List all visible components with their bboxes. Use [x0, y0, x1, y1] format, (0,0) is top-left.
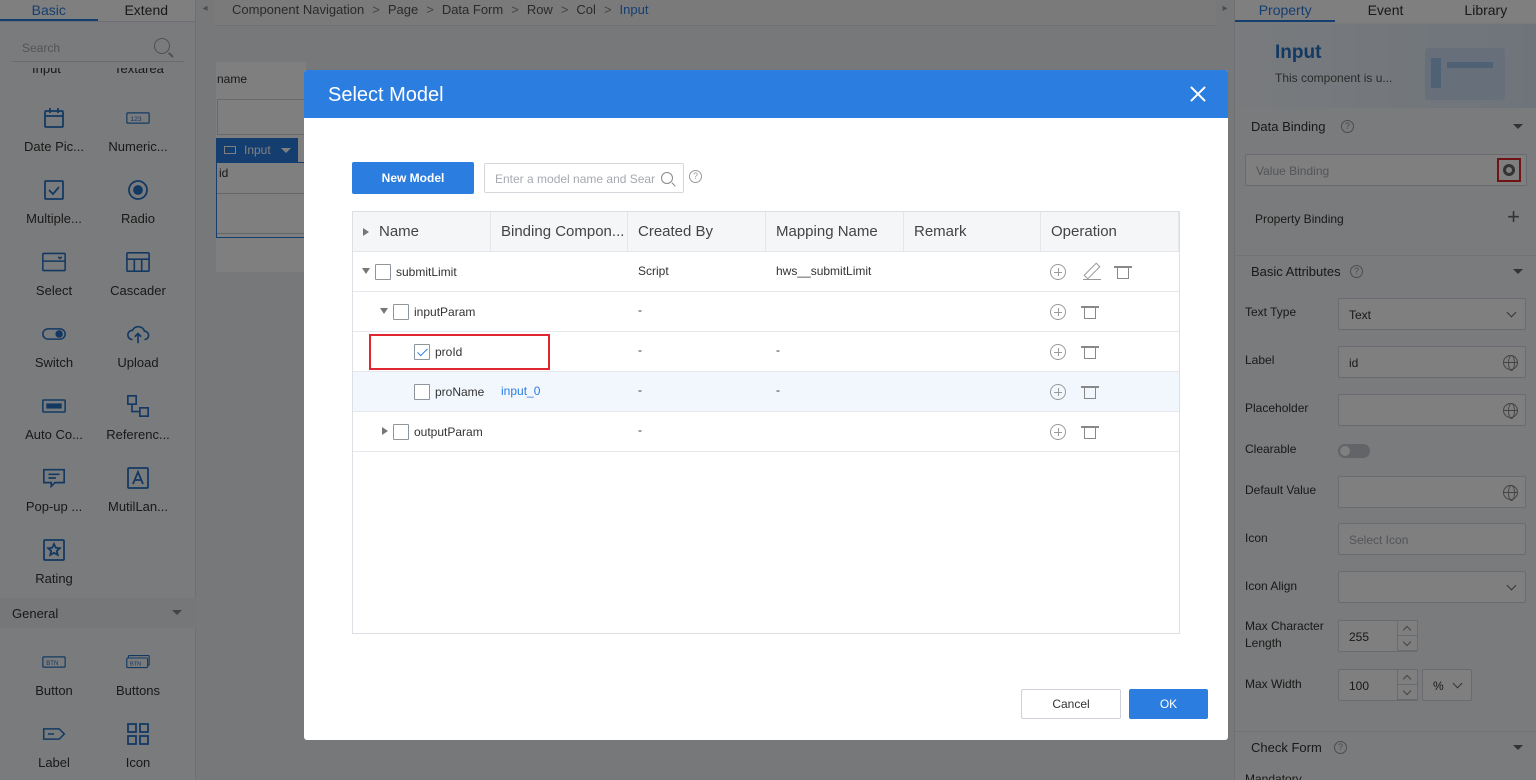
delete-icon[interactable] [1081, 384, 1099, 399]
highlight-box [369, 334, 550, 370]
close-icon[interactable] [1190, 86, 1206, 102]
delete-icon[interactable] [1081, 344, 1099, 359]
column-header-created-by: Created By [628, 212, 766, 252]
row-name: inputParam [414, 305, 476, 319]
delete-icon[interactable] [1081, 304, 1099, 319]
edit-icon[interactable] [1083, 263, 1101, 281]
ok-button[interactable]: OK [1129, 689, 1208, 719]
row-created-by: - [638, 303, 642, 317]
row-checkbox[interactable] [393, 304, 409, 320]
expand-all-icon[interactable] [363, 228, 369, 236]
search-icon[interactable] [661, 172, 673, 184]
delete-icon[interactable] [1081, 424, 1099, 439]
add-circle-icon[interactable] [1050, 264, 1066, 280]
row-created-by: Script [638, 264, 669, 278]
row-created-by: - [638, 383, 642, 397]
row-mapping: - [776, 343, 780, 357]
add-circle-icon[interactable] [1050, 384, 1066, 400]
delete-icon[interactable] [1114, 264, 1132, 279]
column-header-mapping: Mapping Name [766, 212, 904, 252]
help-icon[interactable]: ? [689, 170, 702, 183]
model-table: Name Binding Compon... Created By Mappin… [352, 211, 1180, 634]
row-name: outputParam [414, 425, 483, 439]
column-header-operation: Operation [1041, 212, 1179, 252]
dialog-header: Select Model [304, 70, 1228, 118]
row-name: proName [435, 385, 485, 399]
column-header-remark: Remark [904, 212, 1041, 252]
row-created-by: - [638, 423, 642, 437]
add-circle-icon[interactable] [1050, 344, 1066, 360]
table-row[interactable]: proName input_0 - - [353, 372, 1179, 412]
cancel-button[interactable]: Cancel [1021, 689, 1121, 719]
add-circle-icon[interactable] [1050, 424, 1066, 440]
row-checkbox[interactable] [393, 424, 409, 440]
row-created-by: - [638, 343, 642, 357]
row-name: submitLimit [396, 265, 457, 279]
table-row[interactable]: submitLimit Script hws__submitLimit [353, 252, 1179, 292]
select-model-dialog: Select Model New Model Enter a model nam… [304, 70, 1228, 740]
table-row[interactable]: outputParam - [353, 412, 1179, 452]
column-header-binding: Binding Compon... [491, 212, 628, 252]
row-mapping: hws__submitLimit [776, 264, 872, 278]
table-header: Name Binding Compon... Created By Mappin… [353, 212, 1179, 252]
row-checkbox[interactable] [414, 384, 430, 400]
row-mapping: - [776, 383, 780, 397]
dialog-title: Select Model [328, 84, 444, 106]
new-model-button[interactable]: New Model [352, 162, 474, 194]
expand-icon[interactable] [382, 427, 388, 435]
column-header-name[interactable]: Name [353, 212, 491, 252]
row-checkbox[interactable] [375, 264, 391, 280]
placeholder: Enter a model name and Search [495, 172, 655, 186]
add-circle-icon[interactable] [1050, 304, 1066, 320]
column-label: Name [379, 223, 420, 240]
table-row[interactable]: inputParam - [353, 292, 1179, 332]
collapse-icon[interactable] [380, 308, 388, 314]
row-binding-link[interactable]: input_0 [501, 384, 540, 398]
collapse-icon[interactable] [362, 268, 370, 274]
model-search-input[interactable]: Enter a model name and Search [484, 163, 684, 193]
